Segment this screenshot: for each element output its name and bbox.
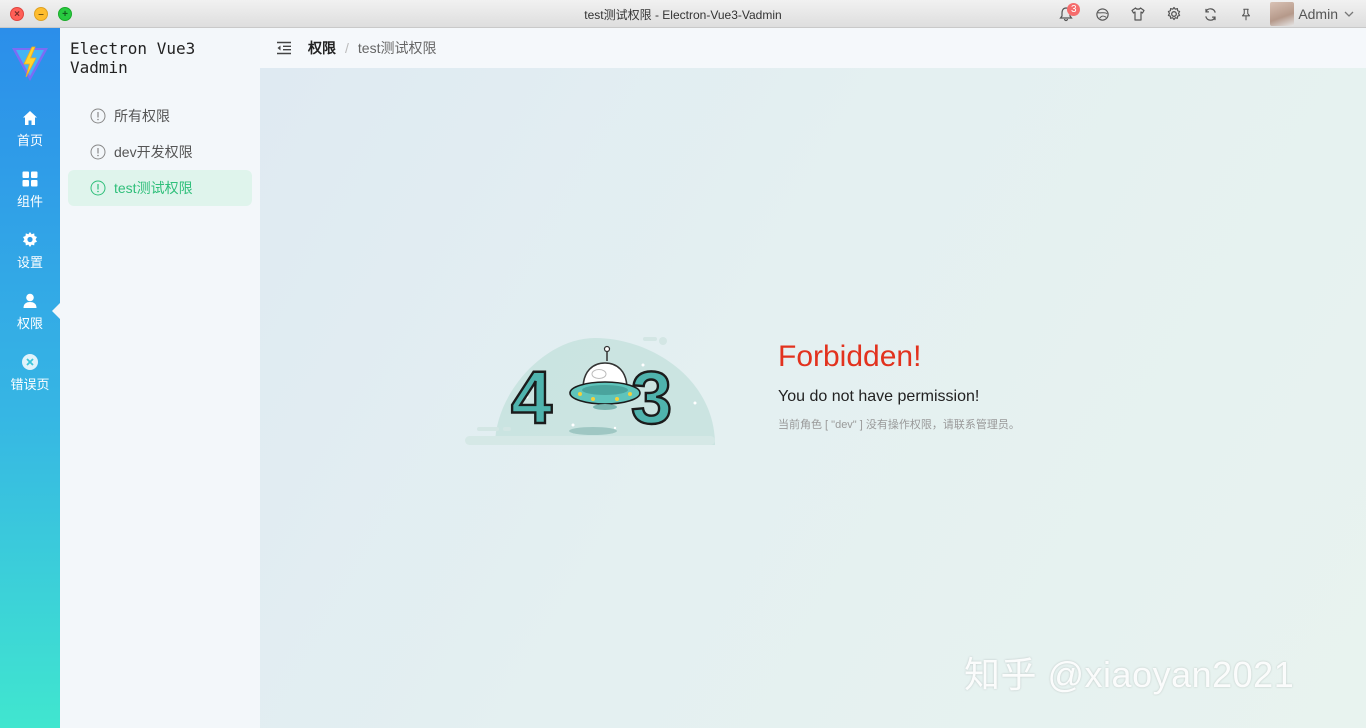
user-name: Admin [1298, 6, 1338, 22]
notification-badge: 3 [1067, 3, 1081, 16]
breadcrumb-current: test测试权限 [357, 40, 437, 56]
watermark: 知乎 @xiaoyan2021 [964, 654, 1295, 695]
nav-item-home[interactable]: 首页 [0, 98, 60, 159]
refresh-icon [1205, 7, 1216, 21]
nav-item-settings[interactable]: 设置 [0, 220, 60, 281]
app-logo [0, 28, 60, 98]
vite-logo-icon [12, 46, 48, 81]
user-icon [23, 293, 37, 308]
info-circle-icon [90, 108, 106, 124]
grid-icon [22, 171, 38, 186]
error-title: Forbidden! [778, 340, 922, 373]
menu-item-label: dev开发权限 [114, 144, 193, 160]
nav-item-label: 设置 [16, 254, 43, 270]
nav-item-components[interactable]: 组件 [0, 159, 60, 220]
nav-item-label: 首页 [16, 132, 43, 148]
title-toolbar: 3 Admin [1048, 0, 1366, 28]
user-menu[interactable]: Admin [1264, 0, 1366, 28]
main-nav-rail: 首页 组件 设置 权限 错误页 [0, 28, 60, 728]
menu-item-dev-permission[interactable]: dev开发权限 [68, 134, 252, 170]
menu-item-all-permissions[interactable]: 所有权限 [68, 98, 252, 134]
menu-item-test-permission[interactable]: test测试权限 [68, 170, 252, 206]
digit-left: 4 [511, 356, 552, 439]
nav-item-label: 权限 [16, 315, 43, 331]
breadcrumb-separator: / [345, 40, 349, 56]
nav-item-label: 错误页 [10, 376, 50, 392]
breadcrumb-parent[interactable]: 权限 [308, 38, 336, 58]
refresh-button[interactable] [1192, 0, 1228, 28]
main-content: 4 3 Forbidden! You do not have permissio… [260, 68, 1366, 728]
chevron-down-icon [1344, 11, 1354, 17]
menu-fold-icon [277, 41, 291, 55]
globe-icon [1096, 7, 1109, 21]
avatar [1270, 2, 1295, 26]
pin-button[interactable] [1228, 0, 1264, 28]
error-subtitle: You do not have permission! [778, 388, 980, 405]
window-titlebar: × – + test测试权限 - Electron-Vue3-Vadmin 3 … [0, 0, 1366, 28]
settings-button[interactable] [1156, 0, 1192, 28]
info-circle-icon [90, 144, 106, 160]
skin-button[interactable] [1120, 0, 1156, 28]
info-circle-icon [90, 180, 106, 196]
breadcrumb: 权限 / test测试权限 [308, 38, 436, 58]
theme-button[interactable] [1084, 0, 1120, 28]
nav-item-error-page[interactable]: 错误页 [0, 342, 60, 403]
pin-icon [1242, 8, 1251, 20]
forbidden-illustration: 4 3 [465, 337, 715, 445]
menu-item-label: test测试权限 [114, 180, 193, 196]
gear-icon [1168, 6, 1181, 21]
error-message: Forbidden! You do not have permission! 当… [778, 340, 1020, 432]
close-circle-icon [22, 353, 38, 370]
notification-button[interactable]: 3 [1048, 0, 1084, 28]
sidebar-collapse-button[interactable] [260, 28, 308, 68]
home-icon [23, 110, 37, 125]
error-detail: 当前角色 [ "dev" ] 没有操作权限，请联系管理员。 [778, 419, 1020, 431]
menu-item-label: 所有权限 [114, 108, 170, 124]
gear-icon [23, 231, 37, 247]
page-header: 权限 / test测试权限 [260, 28, 1366, 68]
permission-menu: 所有权限 dev开发权限 test测试权限 [60, 88, 260, 206]
shirt-icon [1131, 7, 1145, 21]
app-name: Electron Vue3 Vadmin [70, 39, 196, 77]
sub-sidebar: Electron Vue3 Vadmin 所有权限 dev开发权限 test测试… [60, 28, 260, 728]
nav-item-label: 组件 [16, 193, 43, 209]
nav-item-permission[interactable]: 权限 [0, 281, 60, 342]
